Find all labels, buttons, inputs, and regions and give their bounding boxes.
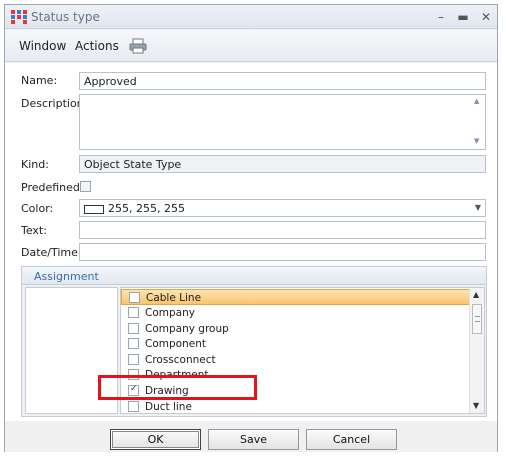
name-label: Name: <box>21 74 58 87</box>
list-item-label: Company group <box>145 323 229 335</box>
list-item-label: Cable Line <box>146 292 202 304</box>
color-dropdown[interactable]: 255, 255, 255 ▼ <box>79 199 486 217</box>
annotation-highlight-box <box>98 375 257 400</box>
list-item[interactable]: Cable Line <box>121 289 470 305</box>
close-icon[interactable]: ✕ <box>477 8 495 26</box>
status-form: Name: Approved Description: ▲ ▼ Kind: Ob… <box>5 63 497 421</box>
list-item[interactable]: Company group <box>121 321 470 337</box>
predefined-label: Predefined: <box>21 181 84 194</box>
color-label: Color: <box>21 202 54 215</box>
color-value: 255, 255, 255 <box>108 202 185 215</box>
list-item[interactable]: Duct line <box>121 399 470 413</box>
datetime-field[interactable] <box>79 243 486 261</box>
save-button[interactable]: Save <box>208 429 299 450</box>
scroll-down-icon[interactable]: ▼ <box>473 401 479 410</box>
list-item-checkbox[interactable] <box>128 401 139 412</box>
scroll-thumb[interactable] <box>472 304 482 334</box>
assignment-title: Assignment <box>34 270 99 283</box>
list-item-label: Component <box>145 338 206 350</box>
name-field[interactable]: Approved <box>79 72 486 90</box>
kind-label: Kind: <box>21 158 49 171</box>
list-item[interactable]: Component <box>121 336 470 352</box>
maximize-icon[interactable]: ▬ <box>454 8 472 26</box>
print-icon[interactable] <box>129 38 147 54</box>
list-item-checkbox[interactable] <box>129 292 140 303</box>
menu-bar: Window Actions <box>5 30 497 62</box>
predefined-checkbox[interactable] <box>80 181 91 192</box>
menu-actions[interactable]: Actions <box>75 39 119 53</box>
chevron-down-icon[interactable]: ▼ <box>475 203 481 212</box>
text-label: Text: <box>21 224 47 237</box>
title-bar[interactable]: Status type – ▬ ✕ <box>5 5 497 29</box>
list-item-checkbox[interactable] <box>128 307 139 318</box>
window-title: Status type <box>31 10 100 24</box>
list-item-checkbox[interactable] <box>128 338 139 349</box>
text-field[interactable] <box>79 221 486 239</box>
scroll-up-icon[interactable]: ▲ <box>473 290 479 299</box>
grip-icon <box>475 316 480 322</box>
button-bar: OK Save Cancel <box>5 422 497 452</box>
list-item-label: Company <box>145 307 195 319</box>
list-item-checkbox[interactable] <box>128 354 139 365</box>
description-label: Description: <box>21 97 88 110</box>
list-item[interactable]: Crossconnect <box>121 352 470 368</box>
minimize-icon[interactable]: – <box>432 8 450 26</box>
list-item-checkbox[interactable] <box>128 323 139 334</box>
list-item-label: Crossconnect <box>145 354 216 366</box>
scroll-up-icon[interactable]: ▲ <box>474 97 479 105</box>
kind-field: Object State Type <box>79 155 486 173</box>
list-scrollbar[interactable]: ▲ ▼ <box>469 288 484 413</box>
cancel-button[interactable]: Cancel <box>306 429 397 450</box>
list-item-label: Duct line <box>145 401 192 413</box>
list-item[interactable]: Company <box>121 305 470 321</box>
ok-button[interactable]: OK <box>110 429 201 450</box>
menu-window[interactable]: Window <box>19 39 66 53</box>
datetime-label: Date/Time: <box>21 246 82 259</box>
assignment-header: Assignment <box>21 266 487 285</box>
color-swatch <box>84 204 104 214</box>
scroll-down-icon[interactable]: ▼ <box>474 137 479 145</box>
description-field[interactable]: ▲ ▼ <box>79 94 486 150</box>
app-icon <box>11 10 27 24</box>
description-scrollbar[interactable]: ▲ ▼ <box>471 95 485 149</box>
